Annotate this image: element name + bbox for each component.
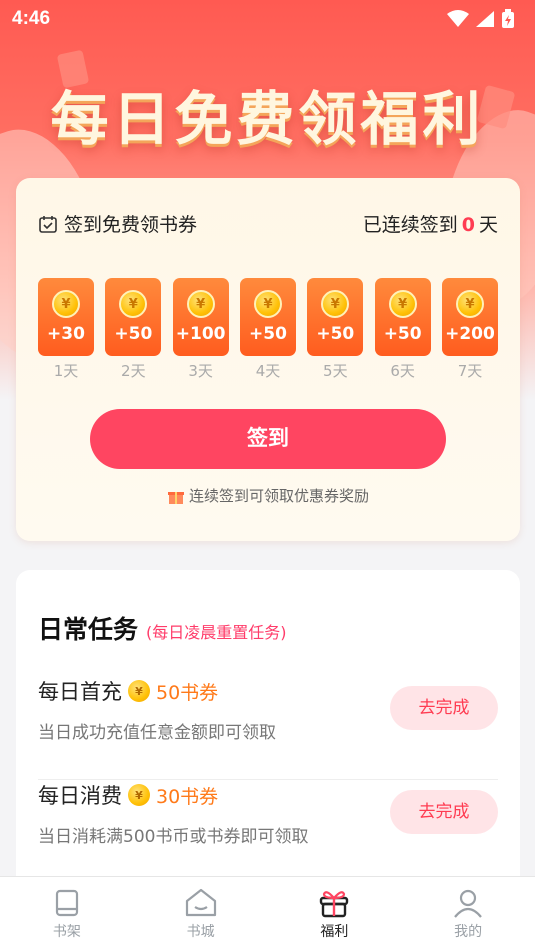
daily-task-header: 日常任务 (每日凌晨重置任务): [38, 610, 287, 646]
coin-icon: ¥: [388, 290, 417, 318]
gift-icon: [167, 491, 184, 504]
day-reward-2: ¥ +50 2天: [105, 278, 162, 381]
day-reward-box: ¥ +100: [172, 278, 229, 356]
task-go-button[interactable]: 去完成: [390, 790, 498, 834]
coin-icon: ¥: [128, 680, 150, 702]
day-label: 5天: [323, 362, 348, 380]
tab-bookshelf[interactable]: 书架: [17, 887, 117, 941]
tab-label: 我的: [454, 924, 483, 940]
task-name-line: 每日消费 ¥ 30书券: [38, 780, 218, 810]
daily-task-card: 日常任务 (每日凌晨重置任务) 每日首充 ¥ 50书券 当日成功充值任意金额即可…: [16, 570, 520, 900]
day-reward-6: ¥ +50 6天: [374, 278, 431, 381]
profile-icon: [454, 889, 482, 918]
streak-count: 0: [461, 214, 475, 236]
battery-icon: [502, 9, 514, 28]
day-amount: +50: [249, 324, 287, 344]
sign-in-card: 签到免费领书券 已连续签到 0 天 ¥ +30 1天 ¥ +50 2天 ¥ +100 3天 ¥ +…: [16, 178, 520, 541]
tab-label: 福利: [320, 924, 349, 940]
tab-bookstore[interactable]: 书城: [151, 887, 251, 941]
streak-suffix: 天: [478, 214, 498, 236]
task-go-button[interactable]: 去完成: [390, 686, 498, 730]
task-reward: 50书券: [156, 681, 219, 704]
banner-title: 每日免费领福利: [50, 85, 485, 153]
coin-icon: ¥: [128, 784, 150, 806]
sign-in-title-group: 签到免费领书券: [38, 210, 197, 237]
bookshelf-icon: [55, 889, 78, 917]
day-label: 7天: [457, 362, 483, 380]
bookstore-icon: [185, 888, 216, 917]
day-amount: +30: [47, 324, 85, 344]
sign-in-header: 签到免费领书券 已连续签到 0 天: [38, 210, 498, 237]
task-row: 每日首充 ¥ 50书券 当日成功充值任意金额即可领取 去完成: [38, 676, 498, 780]
tab-profile[interactable]: 我的: [418, 887, 518, 941]
signal-icon: [476, 11, 494, 27]
day-amount: +50: [383, 324, 422, 344]
sign-in-title: 签到免费领书券: [64, 214, 198, 236]
daily-task-title: 日常任务: [38, 615, 139, 644]
day-amount: +50: [316, 324, 355, 344]
day-reward-box: ¥ +200: [441, 278, 498, 356]
day-reward-box: ¥ +50: [307, 278, 364, 356]
coin-icon: ¥: [52, 290, 80, 318]
day-label: 3天: [188, 362, 213, 380]
status-time: 4:46: [12, 8, 51, 29]
sign-in-tip: 连续签到可领取优惠券奖励: [16, 485, 520, 506]
day-reward-box: ¥ +50: [239, 278, 296, 356]
day-reward-box: ¥ +30: [38, 278, 94, 356]
daily-task-subtitle: (每日凌晨重置任务): [146, 623, 287, 642]
day-reward-3: ¥ +100 3天: [172, 278, 229, 381]
coin-icon: ¥: [455, 290, 484, 318]
task-description: 当日消耗满500书币或书券即可领取: [38, 827, 309, 847]
gift-icon: [320, 891, 349, 918]
streak-text: 已连续签到 0 天: [363, 210, 498, 237]
coin-icon: ¥: [321, 290, 350, 318]
day-reward-4: ¥ +50 4天: [239, 278, 296, 381]
bottom-tab-bar: 书架 书城 福利 我的: [0, 876, 535, 951]
coin-icon: ¥: [119, 290, 148, 318]
task-name: 每日首充: [38, 680, 122, 704]
streak-prefix: 已连续签到: [362, 214, 458, 236]
tab-welfare[interactable]: 福利: [284, 887, 384, 941]
tab-label: 书城: [186, 924, 215, 940]
sign-in-days: ¥ +30 1天 ¥ +50 2天 ¥ +100 3天 ¥ +50 4天 ¥ +50 5天 ¥ +50…: [38, 278, 498, 381]
day-label: 2天: [121, 362, 146, 380]
coin-icon: ¥: [186, 290, 215, 318]
day-reward-7: ¥ +200 7天: [441, 278, 498, 381]
coin-icon: ¥: [253, 290, 282, 318]
calendar-check-icon: [39, 215, 57, 233]
day-reward-box: ¥ +50: [105, 278, 162, 356]
day-amount: +100: [175, 324, 226, 344]
day-label: 6天: [390, 362, 415, 380]
day-reward-box: ¥ +50: [374, 278, 431, 356]
day-reward-5: ¥ +50 5天: [307, 278, 364, 381]
day-reward-1: ¥ +30 1天: [38, 278, 94, 381]
sign-in-tip-text: 连续签到可领取优惠券奖励: [188, 487, 369, 505]
day-label: 1天: [53, 362, 79, 380]
tab-label: 书架: [52, 924, 81, 940]
task-description: 当日成功充值任意金额即可领取: [38, 723, 276, 743]
status-bar: 4:46: [0, 0, 535, 38]
task-reward: 30书券: [156, 785, 219, 808]
day-amount: +50: [114, 324, 153, 344]
wifi-icon: [447, 10, 469, 27]
task-row: 每日消费 ¥ 30书券 当日消耗满500书币或书券即可领取 去完成: [38, 780, 498, 884]
day-amount: +200: [445, 324, 495, 344]
task-name: 每日消费: [38, 784, 122, 808]
sign-in-button[interactable]: 签到: [90, 409, 446, 469]
task-name-line: 每日首充 ¥ 50书券: [38, 676, 218, 706]
day-label: 4天: [255, 362, 281, 380]
status-icons: [447, 9, 515, 29]
